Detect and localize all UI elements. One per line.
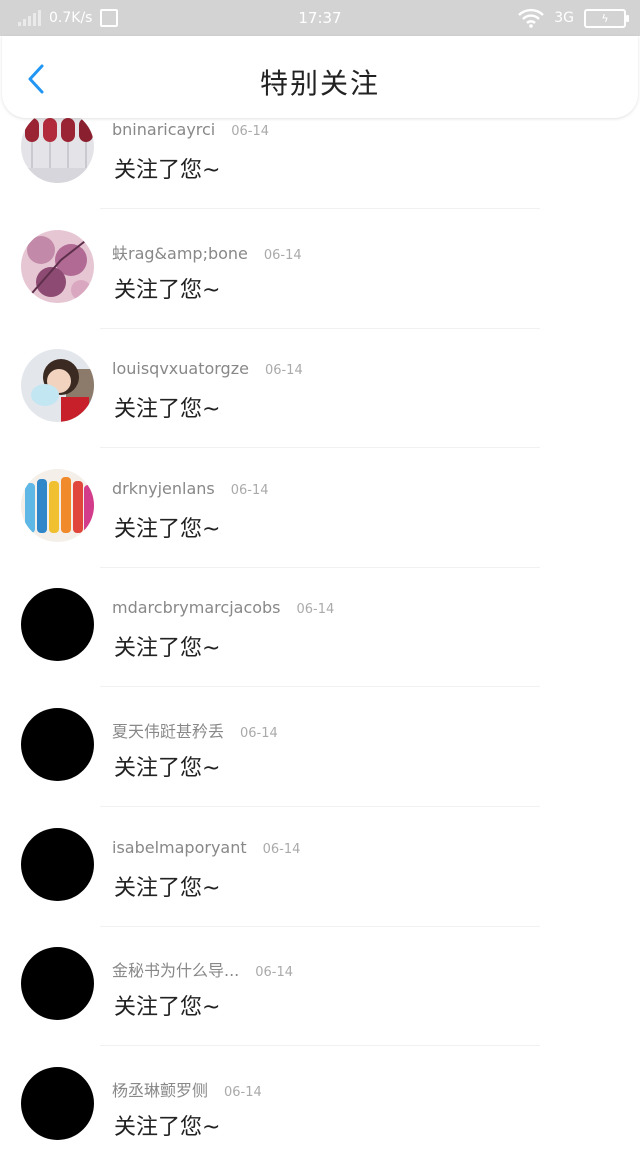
username[interactable]: 夏天伟跹甚矜丢 06-14 xyxy=(112,718,278,742)
message: 关注了您~ xyxy=(114,995,221,1021)
charging-battery-icon: ϟ xyxy=(584,8,629,28)
username[interactable]: 蚨rag&amp;bone 06-14 xyxy=(112,240,302,264)
divider xyxy=(100,686,540,688)
date: 06-14 xyxy=(255,965,294,981)
date: 06-14 xyxy=(264,363,303,379)
avatar[interactable] xyxy=(21,947,94,1021)
list-item[interactable]: 夏天伟跹甚矜丢 06-14 关注了您~ xyxy=(0,698,640,818)
list-item[interactable]: mdarcbrymarcjacobs 06-14 关注了您~ xyxy=(0,578,640,698)
status-bar: 0.7K/s 17:37 3G ϟ xyxy=(0,0,640,36)
avatar[interactable] xyxy=(21,349,94,423)
username-text[interactable]: 蚨rag&amp;bone xyxy=(112,244,248,263)
avatar[interactable] xyxy=(21,1066,94,1140)
divider xyxy=(100,447,540,449)
network-type: 3G xyxy=(554,10,574,26)
username[interactable]: 金秘书为什么导... 06-14 xyxy=(112,957,293,981)
app-header: 特别关注 xyxy=(2,36,638,118)
username-text[interactable]: 金秘书为什么导... xyxy=(112,961,239,980)
username-text[interactable]: 夏天伟跹甚矜丢 xyxy=(112,722,224,741)
username-text[interactable]: louisqvxuatorgze xyxy=(112,359,249,378)
username-text[interactable]: isabelmaporyant xyxy=(112,838,247,857)
avatar[interactable] xyxy=(21,707,94,781)
divider xyxy=(100,1045,540,1047)
date: 06-14 xyxy=(230,482,269,498)
date: 06-14 xyxy=(240,725,278,741)
wifi-icon xyxy=(518,8,545,28)
follower-list: bninaricayrci 06-14 关注了您~ 蚨rag&amp;bone 06… xyxy=(0,100,640,1176)
date: 06-14 xyxy=(263,247,302,263)
avatar[interactable] xyxy=(21,110,94,183)
username[interactable]: bninaricayrci 06-14 xyxy=(112,120,269,139)
username[interactable]: louisqvxuatorgze 06-14 xyxy=(112,359,303,378)
status-right: 3G ϟ xyxy=(518,0,629,36)
avatar[interactable] xyxy=(21,229,94,303)
username-text[interactable]: drknyjenlans xyxy=(112,479,215,498)
message: 关注了您~ xyxy=(114,755,221,781)
avatar[interactable] xyxy=(21,827,94,901)
message: 关注了您~ xyxy=(114,397,221,423)
divider xyxy=(100,566,540,568)
list-item[interactable]: isabelmaporyant 06-14 关注了您~ xyxy=(0,818,640,938)
message: 关注了您~ xyxy=(114,875,221,901)
list-item[interactable]: louisqvxuatorgze 06-14 关注了您~ xyxy=(0,339,640,459)
message: 关注了您~ xyxy=(114,277,221,303)
list-item[interactable]: 蚨rag&amp;bone 06-14 关注了您~ xyxy=(0,220,640,340)
date: 06-14 xyxy=(296,602,335,618)
list-item[interactable]: 金秘书为什么导... 06-14 关注了您~ xyxy=(0,937,640,1057)
date: 06-14 xyxy=(224,1084,262,1100)
date: 06-14 xyxy=(231,124,270,139)
username[interactable]: isabelmaporyant 06-14 xyxy=(112,838,300,857)
message: 关注了您~ xyxy=(114,158,221,183)
username-text[interactable]: mdarcbrymarcjacobs xyxy=(112,598,281,617)
message: 关注了您~ xyxy=(114,1114,221,1140)
avatar[interactable] xyxy=(21,468,94,542)
page-title: 特别关注 xyxy=(259,67,380,100)
message: 关注了您~ xyxy=(114,516,221,542)
divider xyxy=(100,327,540,329)
divider xyxy=(100,805,540,807)
divider xyxy=(100,925,540,927)
username[interactable]: 杨丞琳颤罗侧 06-14 xyxy=(112,1077,262,1101)
username-text[interactable]: bninaricayrci xyxy=(112,120,215,139)
divider xyxy=(100,208,540,209)
message: 关注了您~ xyxy=(114,636,221,662)
username[interactable]: drknyjenlans 06-14 xyxy=(112,479,269,498)
username[interactable]: mdarcbrymarcjacobs 06-14 xyxy=(112,598,334,617)
date: 06-14 xyxy=(262,841,301,857)
avatar[interactable] xyxy=(21,588,94,662)
list-item[interactable]: 杨丞琳颤罗侧 06-14 关注了您~ xyxy=(0,1057,640,1176)
list-item[interactable]: drknyjenlans 06-14 关注了您~ xyxy=(0,459,640,579)
username-text[interactable]: 杨丞琳颤罗侧 xyxy=(112,1081,208,1100)
